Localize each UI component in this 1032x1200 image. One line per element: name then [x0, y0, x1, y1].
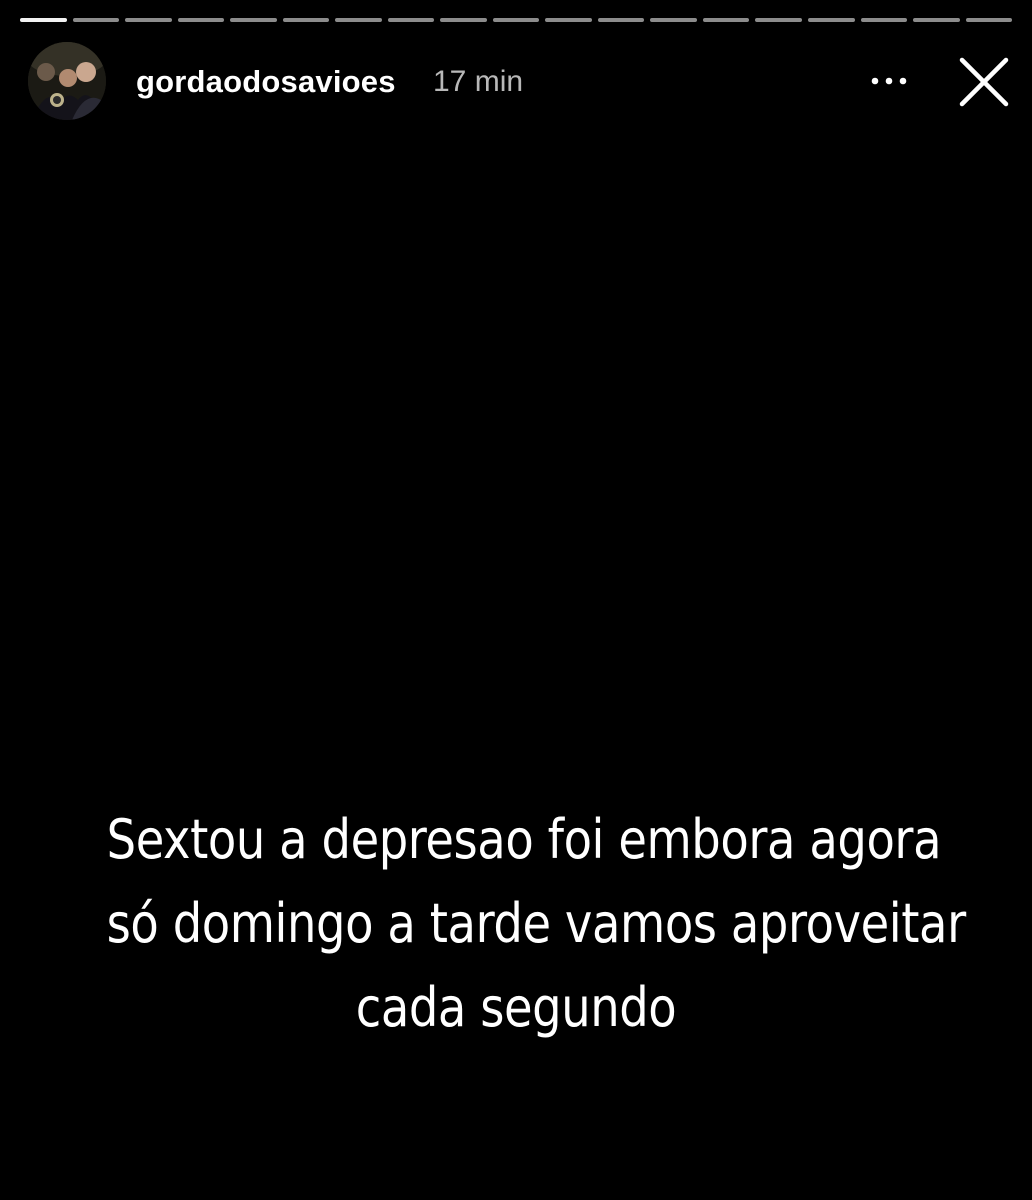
progress-segment — [755, 18, 802, 22]
progress-segment — [492, 18, 540, 22]
progress-segment — [807, 18, 855, 22]
progress-segment — [72, 18, 120, 22]
progress-segment — [125, 18, 172, 22]
progress-segment — [965, 18, 1013, 22]
progress-segment — [230, 18, 277, 22]
story-header: gordaodosavioes 17 min — [28, 42, 1012, 122]
progress-segment — [282, 18, 330, 22]
story-text-line: Sextou a depresao foi embora agora — [106, 808, 942, 871]
progress-segment — [913, 18, 960, 22]
progress-segment — [335, 18, 382, 22]
story-text-line: cada segundo — [355, 976, 677, 1039]
progress-segment — [387, 18, 435, 22]
more-horizontal-icon — [871, 77, 907, 85]
story-progress-bar — [20, 17, 1013, 23]
progress-segment — [860, 18, 908, 22]
story-text: Sextou a depresao foi embora agora só do… — [106, 798, 967, 1050]
close-icon — [959, 57, 1009, 107]
progress-segment — [702, 18, 750, 22]
close-button[interactable] — [953, 52, 1015, 112]
avatar[interactable] — [28, 42, 106, 120]
progress-segment — [440, 18, 487, 22]
progress-segment — [20, 18, 67, 22]
post-time: 17 min — [433, 65, 524, 98]
progress-segment — [177, 18, 225, 22]
progress-segment — [545, 18, 592, 22]
progress-segment — [650, 18, 697, 22]
story-text-line: só domingo a tarde vamos aproveitar — [106, 892, 967, 955]
more-options-button[interactable] — [863, 60, 915, 102]
progress-segment — [597, 18, 645, 22]
avatar-photo — [28, 42, 106, 120]
username[interactable]: gordaodosavioes — [136, 62, 396, 102]
